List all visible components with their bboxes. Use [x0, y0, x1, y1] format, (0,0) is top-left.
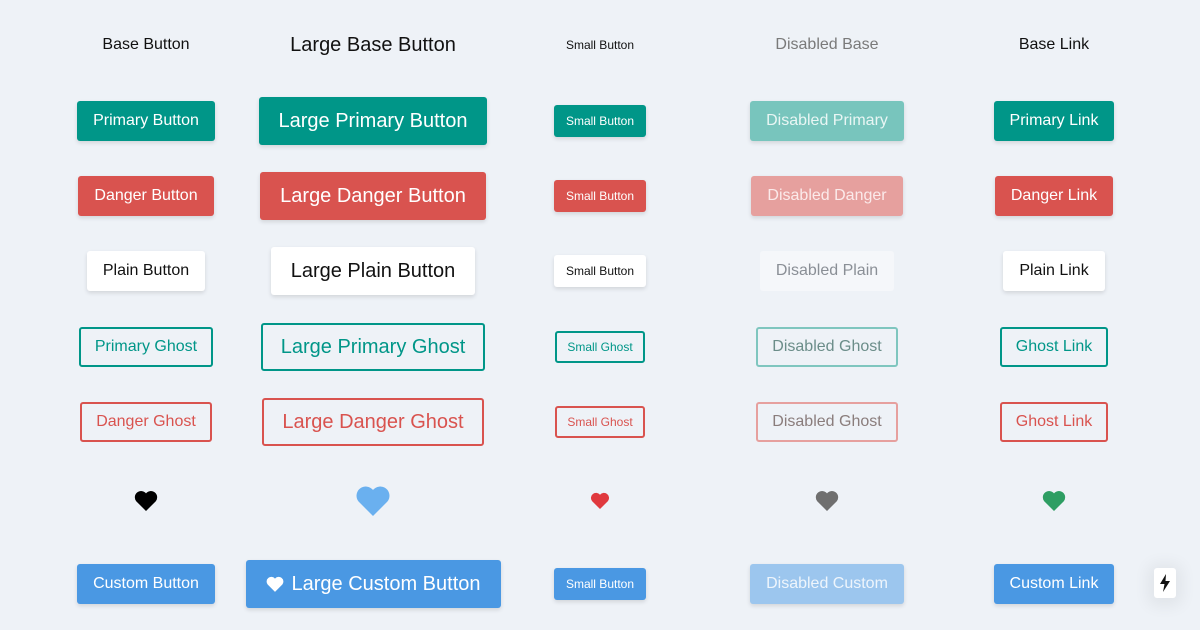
small-primary-ghost-button[interactable]: Small Ghost — [555, 331, 645, 363]
small-base-button[interactable]: Small Button — [556, 29, 644, 61]
lightning-button[interactable] — [1154, 568, 1176, 598]
primary-button[interactable]: Primary Button — [77, 101, 215, 141]
large-danger-button[interactable]: Large Danger Button — [260, 172, 486, 220]
small-danger-button[interactable]: Small Button — [553, 180, 647, 212]
danger-link[interactable]: Danger Link — [994, 176, 1114, 216]
large-heart-icon-button[interactable] — [355, 485, 391, 521]
disabled-danger-button: Disabled Danger — [751, 176, 903, 216]
heart-icon — [590, 492, 610, 509]
heart-icon — [815, 491, 839, 511]
small-danger-ghost-button[interactable]: Small Ghost — [555, 406, 645, 438]
danger-ghost-button[interactable]: Danger Ghost — [80, 402, 212, 442]
icon-row — [0, 478, 1200, 528]
heart-icon — [356, 486, 390, 516]
small-heart-icon-button[interactable] — [590, 492, 610, 514]
disabled-danger-ghost-button: Disabled Ghost — [756, 402, 898, 442]
large-custom-button[interactable]: Large Custom Button — [245, 560, 501, 608]
custom-row: Custom Button Large Custom Button Small … — [0, 560, 1200, 608]
danger-button[interactable]: Danger Button — [78, 176, 214, 216]
danger-ghost-link[interactable]: Ghost Link — [999, 402, 1109, 442]
plain-link[interactable]: Plain Link — [1003, 251, 1105, 291]
disabled-plain-button: Disabled Plain — [759, 251, 895, 291]
heart-icon-link[interactable] — [1042, 490, 1066, 516]
base-row: Base Button Large Base Button Small Butt… — [0, 25, 1200, 65]
heart-icon — [134, 491, 158, 511]
large-danger-ghost-button[interactable]: Large Danger Ghost — [262, 398, 484, 446]
plain-button[interactable]: Plain Button — [86, 251, 206, 291]
danger-row: Danger Button Large Danger Button Small … — [0, 172, 1200, 220]
disabled-base-button: Disabled Base — [775, 36, 879, 53]
base-link[interactable]: Base Link — [1005, 25, 1103, 65]
custom-link[interactable]: Custom Link — [993, 564, 1115, 604]
base-button[interactable]: Base Button — [88, 25, 203, 65]
disabled-primary-button: Disabled Primary — [750, 101, 904, 141]
primary-row: Primary Button Large Primary Button Smal… — [0, 97, 1200, 145]
primary-ghost-button[interactable]: Primary Ghost — [78, 327, 214, 367]
large-custom-button-label: Large Custom Button — [291, 572, 481, 595]
disabled-heart-icon-button — [815, 490, 839, 516]
primary-ghost-link[interactable]: Ghost Link — [999, 327, 1109, 367]
small-plain-button[interactable]: Small Button — [553, 255, 647, 287]
disabled-primary-ghost-button: Disabled Ghost — [756, 327, 898, 367]
large-base-button[interactable]: Large Base Button — [272, 21, 474, 69]
lightning-bolt-icon — [1160, 574, 1170, 592]
disabled-custom-button: Disabled Custom — [750, 564, 904, 604]
small-custom-button[interactable]: Small Button — [553, 568, 647, 600]
primary-link[interactable]: Primary Link — [993, 101, 1115, 141]
large-primary-ghost-button[interactable]: Large Primary Ghost — [260, 323, 486, 371]
custom-button[interactable]: Custom Button — [77, 564, 215, 604]
heart-icon — [266, 576, 283, 592]
danger-ghost-row: Danger Ghost Large Danger Ghost Small Gh… — [0, 398, 1200, 446]
small-primary-button[interactable]: Small Button — [553, 105, 647, 137]
large-primary-button[interactable]: Large Primary Button — [258, 97, 488, 145]
large-plain-button[interactable]: Large Plain Button — [270, 247, 476, 295]
plain-row: Plain Button Large Plain Button Small Bu… — [0, 247, 1200, 295]
primary-ghost-row: Primary Ghost Large Primary Ghost Small … — [0, 323, 1200, 371]
heart-icon-button[interactable] — [134, 490, 158, 516]
heart-icon — [1042, 491, 1066, 511]
